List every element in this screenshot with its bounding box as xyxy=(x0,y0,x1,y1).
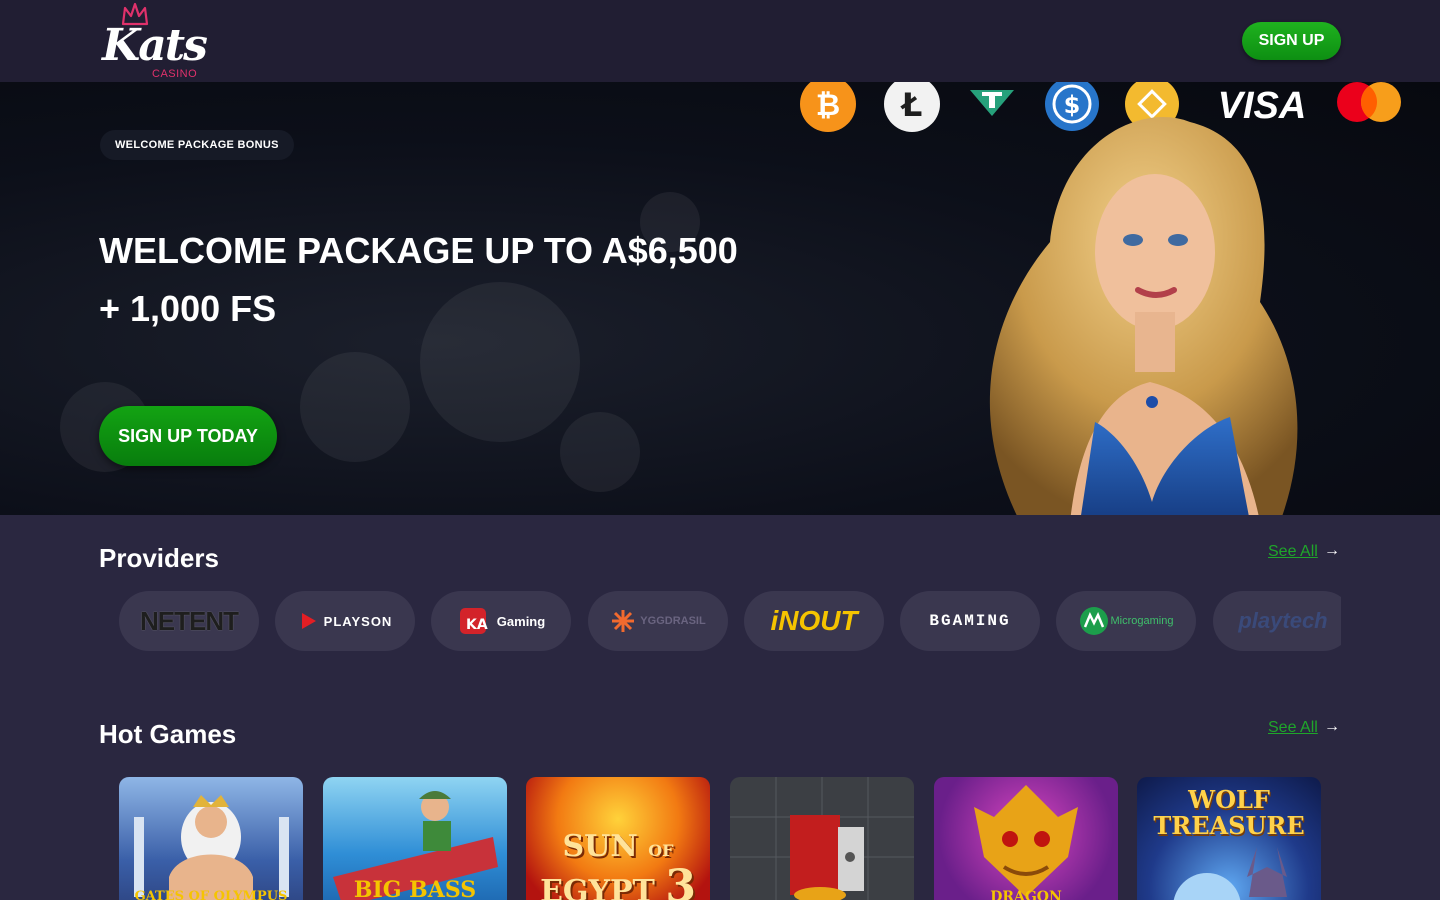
hot-games-row: GATES OF OLYMPUS BIG BASS SUN OF EGYPT 3 xyxy=(119,777,1329,900)
provider-label: iNOUT xyxy=(770,605,858,636)
svg-text:Ł: Ł xyxy=(900,86,923,124)
game-title-number: 3 xyxy=(665,861,696,900)
casino-chip-decoration xyxy=(560,412,640,492)
provider-label: NETENT xyxy=(140,605,239,636)
game-title-line2: EGYPT 3 xyxy=(526,861,710,900)
provider-ka-gaming[interactable]: KA Gaming xyxy=(431,591,571,651)
hero-title: WELCOME PACKAGE UP TO A$6,500 + 1,000 FS xyxy=(99,222,739,338)
svg-text:KA: KA xyxy=(466,617,488,633)
game-title-word: EGYPT xyxy=(540,874,655,900)
provider-label: PLAYSON xyxy=(323,613,393,629)
provider-microgaming[interactable]: Microgaming xyxy=(1056,591,1196,651)
provider-bgaming[interactable]: BGAMING xyxy=(900,591,1040,651)
provider-label: Microgaming xyxy=(1110,615,1174,627)
yggdrasil-icon xyxy=(612,610,635,632)
bitcoin-icon: ₿ xyxy=(800,82,856,132)
welcome-bonus-badge: WELCOME PACKAGE BONUS xyxy=(100,130,294,160)
hero-model-illustration xyxy=(990,117,1298,515)
providers-carousel: NETENT PLAYSON KA Gaming YGGDRASIL iNOUT… xyxy=(119,591,1341,651)
game-title: DRAGON xyxy=(990,889,1062,900)
game-title: GATES OF OLYMPUS xyxy=(134,889,288,900)
provider-playtech[interactable]: playtech xyxy=(1213,591,1341,651)
microgaming-icon xyxy=(1079,607,1108,635)
providers-title: Providers xyxy=(99,543,219,573)
provider-label: YGGDRASIL xyxy=(640,615,706,627)
signup-today-button[interactable]: SIGN UP TODAY xyxy=(99,406,277,466)
provider-label: BGAMING xyxy=(929,612,1011,630)
provider-label: Gaming xyxy=(496,613,546,629)
providers-see-all-link[interactable]: See All xyxy=(1268,543,1318,561)
logo-subtext: CASINO xyxy=(152,68,198,80)
game-card-dragon[interactable]: DRAGON xyxy=(934,777,1118,900)
litecoin-icon: Ł xyxy=(884,82,940,132)
game-card-wolf-treasure[interactable]: WOLF TREASURE xyxy=(1137,777,1321,900)
signup-button[interactable]: SIGN UP xyxy=(1242,22,1341,60)
hot-games-see-all-link[interactable]: See All xyxy=(1268,719,1318,737)
provider-inout[interactable]: iNOUT xyxy=(744,591,884,651)
hero-banner: ₿ Ł $ VISA WELCOME PACKAGE BONUS WELCOME… xyxy=(0,82,1440,515)
game-thumbnail xyxy=(134,795,289,900)
arrow-right-icon[interactable]: → xyxy=(1324,718,1340,736)
game-card-gates-of-olympus[interactable]: GATES OF OLYMPUS xyxy=(119,777,303,900)
provider-yggdrasil[interactable]: YGGDRASIL xyxy=(588,591,728,651)
dice-icon: KA xyxy=(459,608,488,634)
kats-casino-logo[interactable]: Kats CASINO xyxy=(100,2,208,82)
game-card-sun-of-egypt-3[interactable]: SUN OF EGYPT 3 xyxy=(526,777,710,900)
game-thumbnail xyxy=(1173,847,1287,900)
game-title-word: OF xyxy=(648,841,674,860)
provider-label: playtech xyxy=(1238,608,1328,633)
game-title-word: SUN xyxy=(562,829,638,864)
provider-playson[interactable]: PLAYSON xyxy=(275,591,415,651)
game-card-vault[interactable] xyxy=(730,777,914,900)
casino-chip-decoration xyxy=(300,352,410,462)
arrow-right-icon[interactable]: → xyxy=(1324,542,1340,560)
game-title-line1: SUN OF xyxy=(526,829,710,864)
playson-icon xyxy=(301,613,316,629)
hero-title-line2: + 1,000 FS xyxy=(99,288,277,329)
game-card-big-bass[interactable]: BIG BASS xyxy=(323,777,507,900)
hot-games-title: Hot Games xyxy=(99,719,237,749)
site-header: Kats CASINO SIGN UP xyxy=(0,0,1440,82)
game-thumbnail xyxy=(974,785,1078,897)
svg-text:₿: ₿ xyxy=(816,88,840,123)
game-thumbnail xyxy=(730,777,914,900)
game-title: BIG BASS xyxy=(353,877,477,900)
hero-title-line1: WELCOME PACKAGE UP TO A$6,500 xyxy=(99,230,738,271)
logo-text: Kats xyxy=(102,20,208,71)
provider-netent[interactable]: NETENT xyxy=(119,591,259,651)
